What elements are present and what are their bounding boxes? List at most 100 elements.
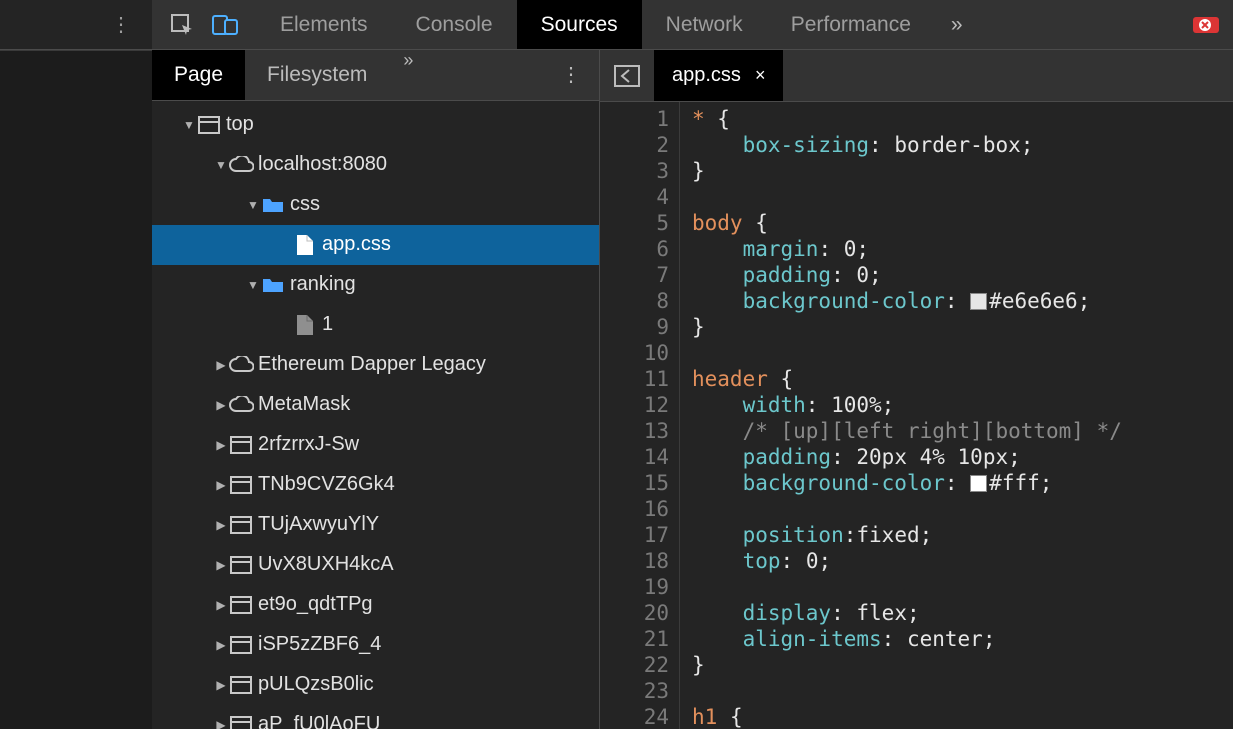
chevron-right-icon[interactable]: ▶	[214, 558, 228, 572]
panel-tab-performance[interactable]: Performance	[767, 0, 935, 49]
chevron-right-icon[interactable]: ▶	[214, 678, 228, 692]
tree-item-label: MetaMask	[254, 393, 350, 416]
window-icon	[228, 676, 254, 694]
code-line: align-items: center;	[692, 626, 1122, 652]
tree-item-label: css	[286, 193, 320, 216]
file-icon	[292, 234, 318, 256]
tree-item-label: TUjAxwyuYlY	[254, 513, 379, 536]
line-number: 1	[600, 106, 669, 132]
tree-item[interactable]: ▼ localhost:8080	[152, 145, 599, 185]
chevron-right-icon[interactable]: ▶	[214, 598, 228, 612]
chevron-right-icon[interactable]: ▶	[214, 478, 228, 492]
chevron-right-icon[interactable]: ▶	[214, 518, 228, 532]
line-number: 23	[600, 678, 669, 704]
tree-item-label: pULQzsB0lic	[254, 673, 374, 696]
line-number: 6	[600, 236, 669, 262]
main-area: PageFilesystem » ⋮ ▼top▼localhost:8080▼c…	[0, 50, 1233, 729]
tree-item[interactable]: ▶ MetaMask	[152, 385, 599, 425]
window-icon	[228, 636, 254, 654]
navigator-panel: PageFilesystem » ⋮ ▼top▼localhost:8080▼c…	[152, 50, 600, 729]
code-editor[interactable]: 123456789101112131415161718192021222324 …	[600, 102, 1233, 729]
code-line: padding: 0;	[692, 262, 1122, 288]
inspect-element-icon[interactable]	[170, 13, 194, 37]
code-line	[692, 574, 1122, 600]
tree-item[interactable]: ▶UvX8UXH4kcA	[152, 545, 599, 585]
tree-item[interactable]: ▼top	[152, 105, 599, 145]
code-line: }	[692, 314, 1122, 340]
code-body[interactable]: * { box-sizing: border-box;} body { marg…	[680, 102, 1122, 729]
chevron-right-icon[interactable]: ▶	[214, 718, 228, 729]
more-tabs-icon[interactable]: »	[935, 0, 979, 49]
host-page-strip: ⋮	[0, 0, 152, 49]
editor-tab-appcss[interactable]: app.css ×	[654, 50, 783, 101]
code-line: /* [up][left right][bottom] */	[692, 418, 1122, 444]
chevron-down-icon[interactable]: ▼	[214, 158, 228, 172]
chevron-down-icon[interactable]: ▼	[246, 198, 260, 212]
chevron-down-icon[interactable]: ▼	[246, 278, 260, 292]
tree-item[interactable]: ▶1	[152, 305, 599, 345]
chevron-right-icon[interactable]: ▶	[214, 438, 228, 452]
device-toolbar-icon[interactable]	[212, 13, 238, 37]
navigator-menu-icon[interactable]: ⋮	[543, 50, 599, 100]
tree-item[interactable]: ▶TNb9CVZ6Gk4	[152, 465, 599, 505]
line-number: 9	[600, 314, 669, 340]
color-swatch[interactable]	[970, 475, 987, 492]
inspect-tools	[152, 0, 256, 49]
tree-item-label: et9o_qdtTPg	[254, 593, 373, 616]
navigator-tab-page[interactable]: Page	[152, 50, 245, 100]
tree-item[interactable]: ▼ css	[152, 185, 599, 225]
tree-item[interactable]: ▶ TUjAxwyuYlY	[152, 505, 599, 545]
color-swatch[interactable]	[970, 293, 987, 310]
tree-item-label: 1	[318, 313, 333, 336]
devtools-toolbar: ⋮ ElementsConsoleSourcesNetworkPerforman…	[0, 0, 1233, 50]
panel-tab-console[interactable]: Console	[392, 0, 517, 49]
chevron-down-icon[interactable]: ▼	[182, 118, 196, 132]
tree-item[interactable]: ▶aP_fU0lAoFU	[152, 705, 599, 729]
tree-item[interactable]: ▶app.css	[152, 225, 599, 265]
tree-item[interactable]: ▶ pULQzsB0lic	[152, 665, 599, 705]
line-number: 17	[600, 522, 669, 548]
tree-item[interactable]: ▶ et9o_qdtTPg	[152, 585, 599, 625]
line-number: 18	[600, 548, 669, 574]
navigator-tab-filesystem[interactable]: Filesystem	[245, 50, 389, 100]
cloud-icon	[228, 396, 254, 414]
line-number: 20	[600, 600, 669, 626]
tree-item-label: 2rfzrrxJ-Sw	[254, 433, 359, 456]
line-number: 7	[600, 262, 669, 288]
tree-item[interactable]: ▶Ethereum Dapper Legacy	[152, 345, 599, 385]
code-line: }	[692, 652, 1122, 678]
window-icon	[228, 596, 254, 614]
kebab-menu-icon[interactable]: ⋮	[111, 12, 132, 37]
chevron-right-icon[interactable]: ▶	[214, 358, 228, 372]
line-number: 11	[600, 366, 669, 392]
panel-tab-elements[interactable]: Elements	[256, 0, 392, 49]
panel-tab-network[interactable]: Network	[642, 0, 767, 49]
line-numbers: 123456789101112131415161718192021222324	[600, 102, 680, 729]
window-icon	[228, 436, 254, 454]
line-number: 22	[600, 652, 669, 678]
code-line: display: flex;	[692, 600, 1122, 626]
tree-item[interactable]: ▶iSP5zZBF6_4	[152, 625, 599, 665]
window-icon	[228, 476, 254, 494]
tree-item[interactable]: ▼ranking	[152, 265, 599, 305]
code-line	[692, 184, 1122, 210]
code-line	[692, 678, 1122, 704]
close-tab-icon[interactable]: ×	[755, 65, 766, 86]
editor-panel: app.css × 123456789101112131415161718192…	[600, 50, 1233, 729]
line-number: 2	[600, 132, 669, 158]
navigator-more-icon[interactable]: »	[389, 50, 427, 100]
error-badge[interactable]	[1193, 17, 1219, 33]
chevron-right-icon[interactable]: ▶	[214, 398, 228, 412]
cloud-icon	[228, 156, 254, 174]
tree-item-label: localhost:8080	[254, 153, 387, 176]
file-tree[interactable]: ▼top▼localhost:8080▼css▶app.css▼ranking▶…	[152, 101, 599, 729]
tree-item-label: app.css	[318, 233, 391, 256]
chevron-right-icon[interactable]: ▶	[214, 638, 228, 652]
window-icon	[196, 116, 222, 134]
panel-tab-sources[interactable]: Sources	[517, 0, 642, 49]
code-line: box-sizing: border-box;	[692, 132, 1122, 158]
line-number: 3	[600, 158, 669, 184]
show-navigator-icon[interactable]	[600, 50, 654, 101]
tree-item[interactable]: ▶ 2rfzrrxJ-Sw	[152, 425, 599, 465]
line-number: 14	[600, 444, 669, 470]
